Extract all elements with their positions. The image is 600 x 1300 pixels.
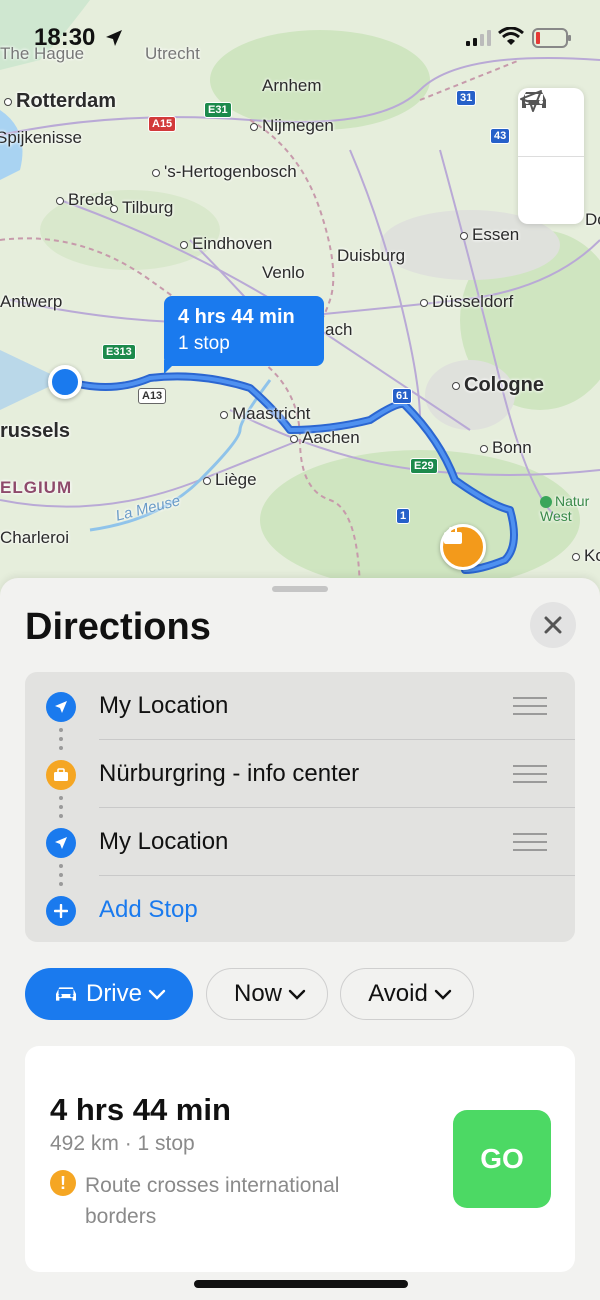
reorder-handle-icon[interactable]: [513, 833, 547, 857]
map-label-aachen-partial: ach: [325, 320, 353, 339]
reorder-handle-icon[interactable]: [513, 765, 547, 789]
status-bar: 18:30: [0, 0, 600, 70]
current-location-marker: [48, 365, 82, 399]
map-label-liege: Liège: [203, 470, 257, 490]
battery-icon: [532, 28, 571, 48]
add-stop-button[interactable]: Add Stop: [99, 896, 198, 924]
map-label-cologne: Cologne: [452, 374, 544, 397]
go-button[interactable]: GO: [453, 1110, 551, 1208]
route-summary: 492 km · 1 stop: [50, 1132, 195, 1155]
drive-label: Drive: [85, 980, 142, 1007]
close-button[interactable]: [530, 602, 576, 648]
reorder-handle-icon[interactable]: [513, 697, 547, 721]
route-duration: 4 hrs 44 min: [50, 1092, 231, 1127]
map-label-breda: Breda: [56, 190, 113, 210]
wifi-icon: [498, 27, 524, 45]
map-label-tilburg: Tilburg: [110, 198, 173, 218]
road-shield-1: 1: [396, 508, 411, 524]
road-shield-e31: E31: [204, 102, 232, 118]
map-label-arnhem: Arnhem: [262, 76, 322, 95]
home-indicator[interactable]: [194, 1280, 408, 1288]
cellular-signal-icon: [466, 30, 491, 46]
now-label: Now: [233, 980, 282, 1007]
map-label-duisburg: Duisburg: [337, 246, 406, 265]
route-warning: Route crosses international borders: [85, 1174, 340, 1228]
map-label-koblenz: Ko: [572, 546, 600, 566]
tree-icon: [540, 496, 552, 509]
map-label-essen: Essen: [460, 225, 519, 245]
avoid-options-button[interactable]: Avoid: [340, 968, 474, 1020]
road-shield-43: 43: [490, 128, 511, 144]
location-arrow-outline-icon: [520, 90, 542, 112]
car-icon: [55, 987, 76, 1001]
road-shield-a15: A15: [148, 116, 177, 132]
directions-sheet: Directions My Location Nürburgring - inf…: [0, 578, 600, 1300]
plus-icon: [46, 896, 76, 926]
chevron-down-icon: [148, 989, 166, 1000]
destination-pin[interactable]: [440, 524, 486, 570]
map-controls: [518, 88, 584, 224]
road-shield-e313: E313: [102, 344, 136, 360]
chevron-down-icon: [434, 989, 451, 1000]
status-time: 18:30: [34, 24, 96, 51]
waypoint-label: My Location: [99, 828, 229, 855]
road-shield-61: 61: [392, 388, 413, 404]
departure-time-button[interactable]: Now: [206, 968, 328, 1020]
map-label-venlo: Venlo: [262, 263, 305, 282]
callout-stops: 1 stop: [178, 333, 230, 354]
map-label-charleroi: Charleroi: [0, 528, 69, 547]
map-label-bonn: Bonn: [480, 438, 532, 458]
briefcase-icon: [46, 760, 76, 790]
warning-icon: !: [50, 1170, 76, 1196]
map-label-antwerp: Antwerp: [0, 292, 63, 311]
map-label-nature-west: Natur West: [540, 493, 590, 524]
drive-mode-button[interactable]: Drive: [25, 968, 193, 1020]
route-callout[interactable]: 4 hrs 44 min 1 stop: [164, 296, 324, 366]
map-label-dortmund: Dort: [585, 210, 600, 229]
sheet-title: Directions: [25, 606, 211, 648]
map-label-eindhoven: Eindhoven: [180, 234, 272, 254]
callout-duration: 4 hrs 44 min: [178, 306, 295, 328]
add-stop-row[interactable]: Add Stop: [25, 876, 575, 944]
waypoint-list: My Location Nürburgring - info center My…: [25, 672, 575, 942]
map-label-brussels: russels: [0, 420, 71, 442]
location-services-icon: [106, 30, 122, 46]
track-location-button[interactable]: [518, 90, 584, 225]
map-label-maastricht: Maastricht: [220, 404, 310, 424]
sheet-grabber[interactable]: [272, 586, 328, 592]
map-label-rotterdam: Rotterdam: [4, 90, 116, 113]
road-shield-31: 31: [456, 90, 477, 106]
chevron-down-icon: [288, 989, 306, 1000]
map-label-hertogenbosch: 's-Hertogenbosch: [152, 162, 297, 182]
waypoint-label: Nürburgring - info center: [99, 760, 360, 787]
road-shield-e29: E29: [410, 458, 438, 474]
map-view[interactable]: The Hague Utrecht Rotterdam Spijkenisse …: [0, 0, 600, 600]
location-arrow-icon: [46, 828, 76, 858]
map-label-belgium: ELGIUM: [0, 478, 73, 497]
waypoint-row[interactable]: My Location: [25, 672, 575, 740]
road-shield-a13: A13: [138, 388, 167, 404]
map-label-spijkenisse: Spijkenisse: [0, 128, 82, 147]
route-card[interactable]: 4 hrs 44 min 492 km · 1 stop ! Route cro…: [25, 1046, 575, 1272]
waypoint-row[interactable]: My Location: [25, 808, 575, 876]
briefcase-icon: [444, 527, 462, 544]
close-icon: [544, 616, 562, 634]
avoid-label: Avoid: [368, 980, 428, 1007]
waypoint-row[interactable]: Nürburgring - info center: [25, 740, 575, 808]
map-label-aachen: Aachen: [290, 428, 360, 448]
map-label-nijmegen: Nijmegen: [250, 116, 334, 136]
map-label-dusseldorf: Düsseldorf: [420, 292, 513, 312]
location-arrow-icon: [46, 692, 76, 722]
waypoint-label: My Location: [99, 692, 229, 719]
